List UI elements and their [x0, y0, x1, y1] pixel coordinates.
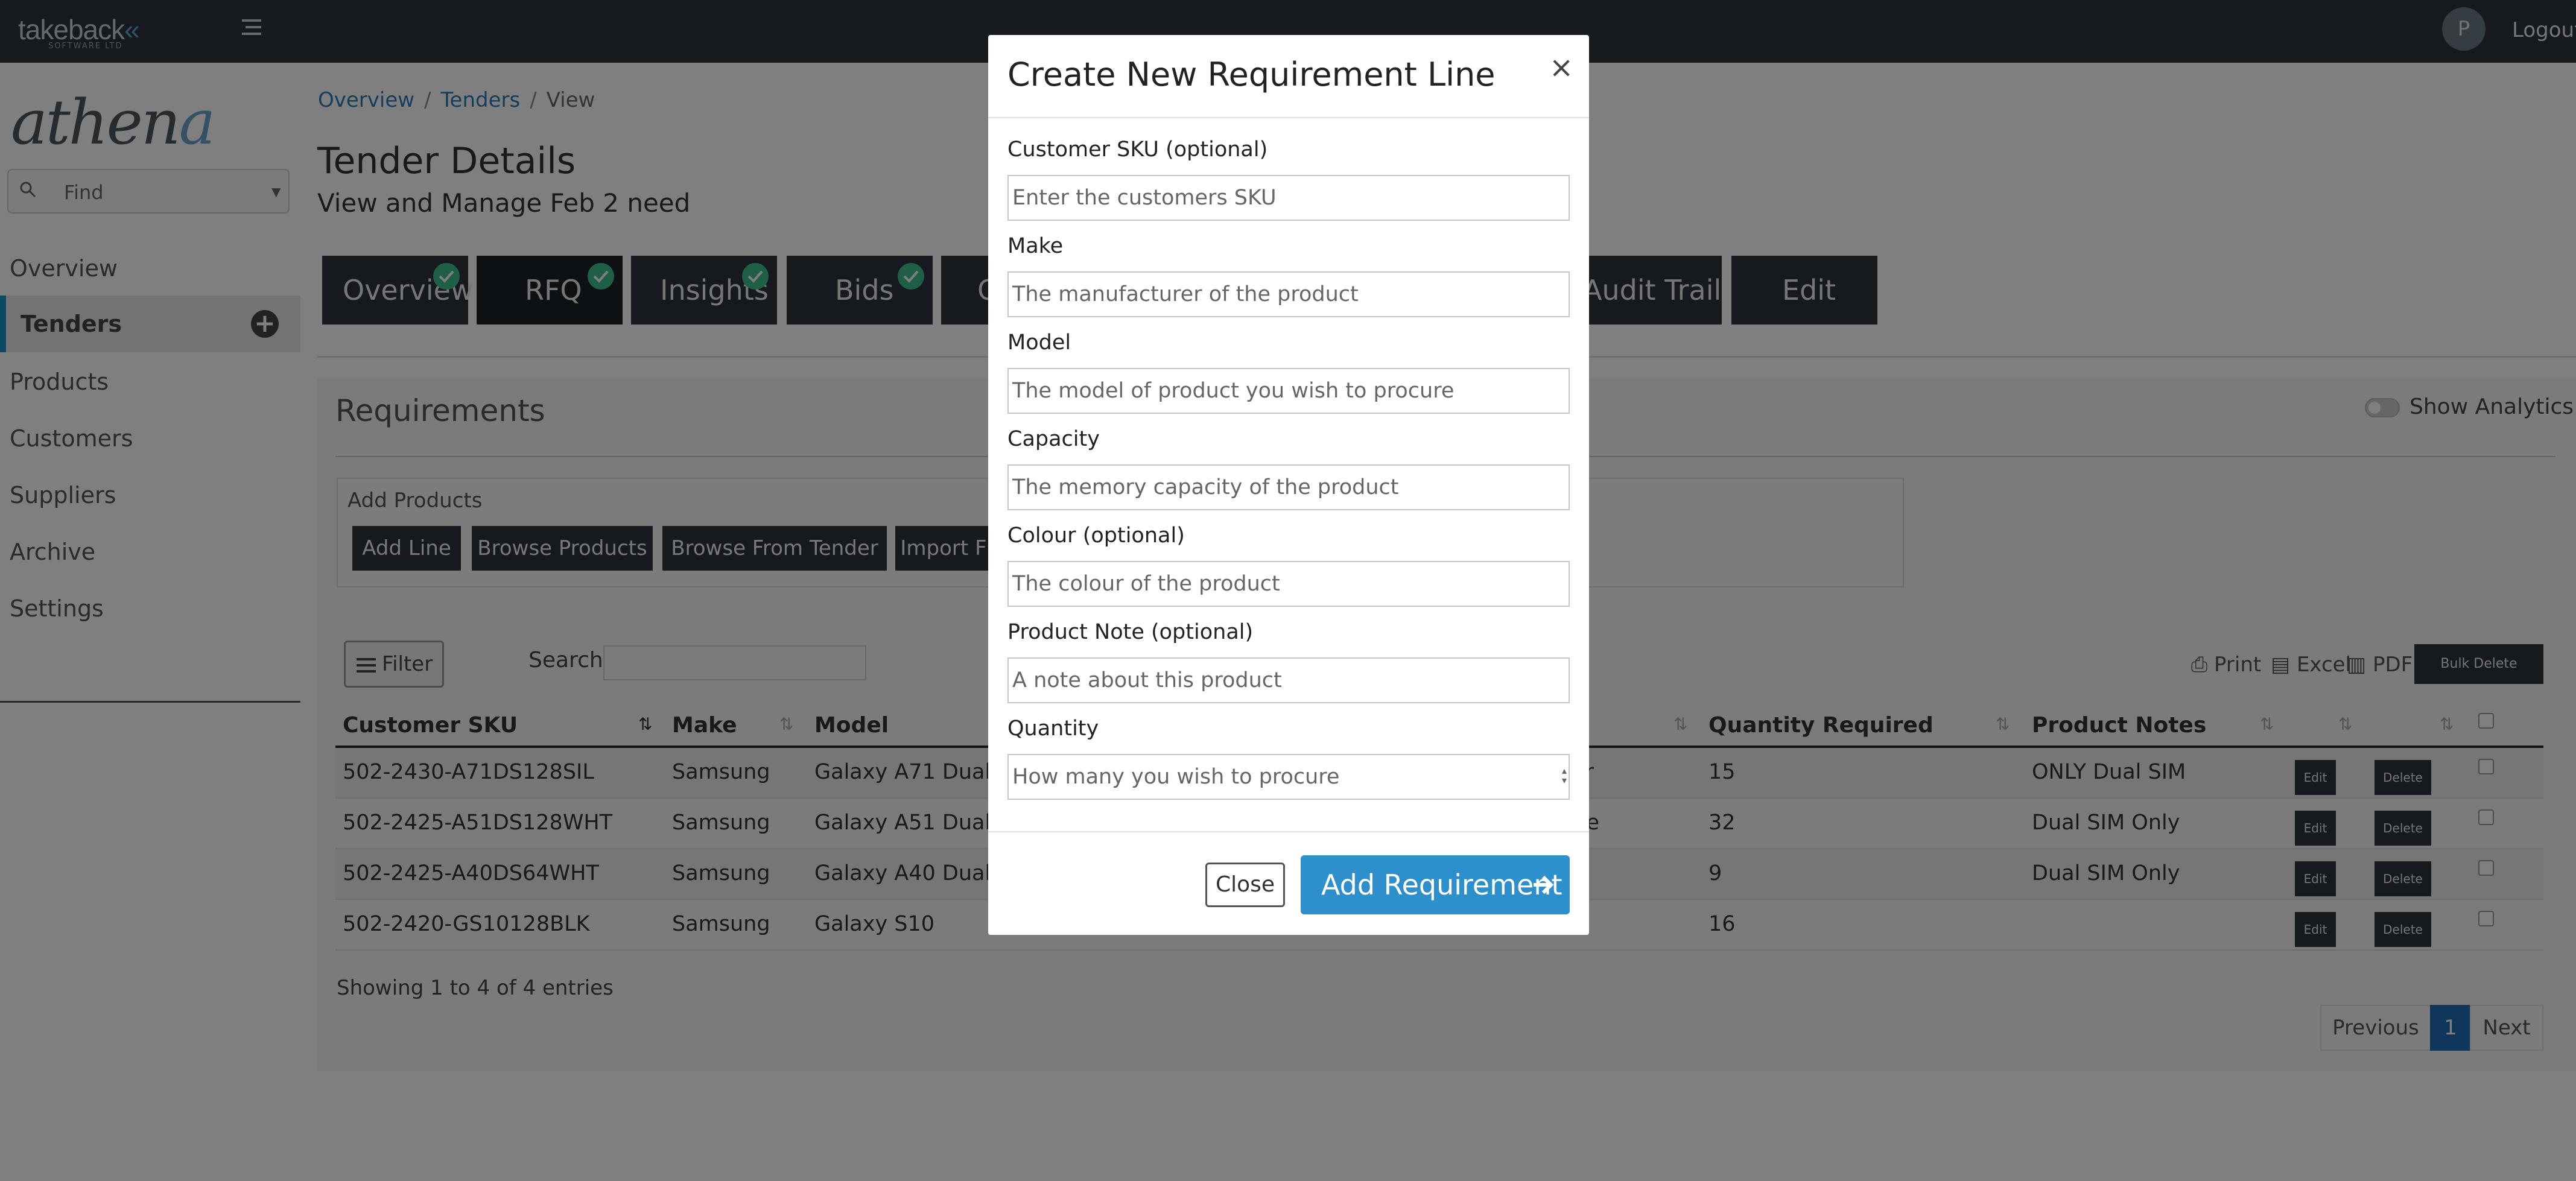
model-input[interactable]: The model of product you wish to procure [1007, 368, 1570, 414]
colour-label: Colour (optional) [1007, 524, 1185, 548]
capacity-label: Capacity [1007, 427, 1100, 451]
quantity-label: Quantity [1007, 717, 1099, 741]
model-label: Model [1007, 331, 1071, 355]
arrow-right-icon [1534, 875, 1554, 894]
customer-sku-input[interactable]: Enter the customers SKU [1007, 175, 1570, 221]
capacity-input[interactable]: The memory capacity of the product [1007, 464, 1570, 510]
modal-title: Create New Requirement Line [1007, 55, 1496, 93]
stepper-arrows-icon[interactable]: ▴ ▾ [1559, 766, 1570, 788]
close-button[interactable]: Close [1205, 863, 1285, 907]
make-label: Make [1007, 234, 1064, 258]
quantity-placeholder: How many you wish to procure [1012, 765, 1340, 789]
product-note-label: Product Note (optional) [1007, 620, 1254, 644]
add-requirement-button[interactable]: Add Requirement [1301, 855, 1570, 914]
create-requirement-modal: Create New Requirement Line × Customer S… [988, 35, 1589, 935]
modal-footer-divider [988, 831, 1589, 832]
product-note-input[interactable]: A note about this product [1007, 657, 1570, 703]
modal-header-divider [988, 117, 1589, 118]
quantity-stepper[interactable]: How many you wish to procure ▴ ▾ [1007, 754, 1570, 800]
close-icon[interactable]: × [1549, 53, 1573, 82]
colour-input[interactable]: The colour of the product [1007, 561, 1570, 607]
make-input[interactable]: The manufacturer of the product [1007, 271, 1570, 317]
customer-sku-label: Customer SKU (optional) [1007, 138, 1268, 162]
